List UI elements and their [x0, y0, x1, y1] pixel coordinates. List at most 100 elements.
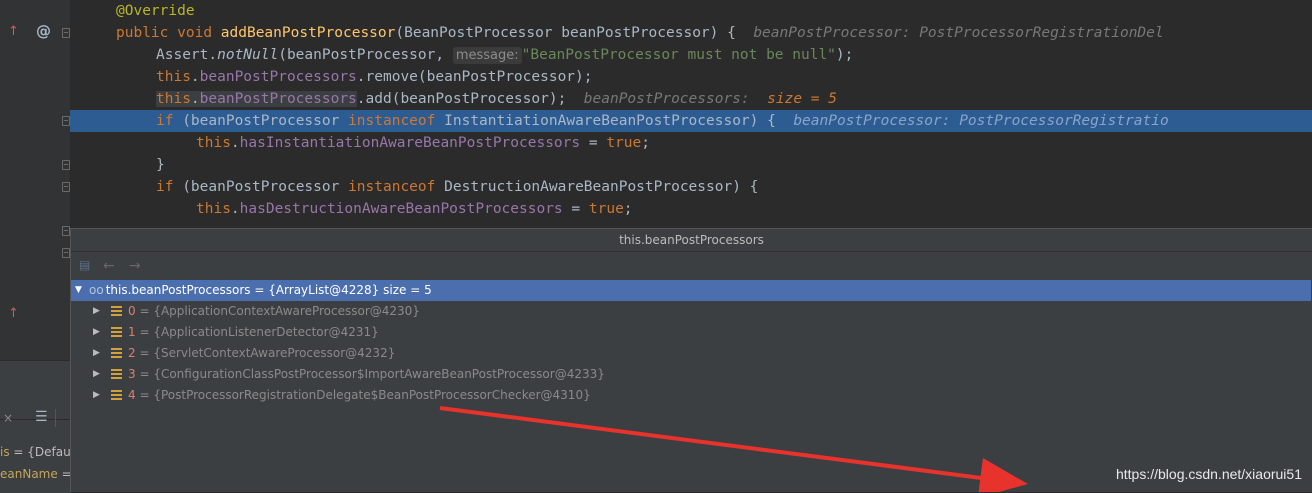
code-line[interactable]: this.hasDestructionAwareBeanPostProcesso…	[70, 198, 1312, 220]
method-signature: (BeanPostProcessor beanPostProcessor) {	[395, 25, 736, 41]
tree-row[interactable]: ▶ 2 = {ServletContextAwareProcessor@4232…	[71, 343, 1311, 364]
field-reference: hasInstantiationAwareBeanPostProcessors	[239, 135, 581, 151]
parameter-hint: message:	[452, 47, 522, 64]
root-value: = {ArrayList@4228} size = 5	[250, 283, 432, 297]
code-line[interactable]: this.beanPostProcessors.remove(beanPostP…	[70, 66, 1312, 88]
fold-icon[interactable]	[62, 160, 70, 170]
item-index: 2	[128, 346, 136, 360]
override-arrow-icon[interactable]: ↑	[8, 24, 19, 39]
list-field-icon	[111, 369, 122, 380]
inline-value-hint: beanPostProcessor: PostProcessorRegistra…	[753, 25, 1164, 41]
evaluate-popup[interactable]: this.beanPostProcessors ▤ ← → ▼ oo this.b…	[70, 228, 1312, 492]
variables-toolbar: × ☰	[0, 381, 70, 427]
item-value: = {ApplicationListenerDetector@4231}	[135, 325, 379, 339]
method-name: addBeanPostProcessor	[220, 25, 396, 41]
code-text: }	[156, 157, 165, 173]
expand-icon[interactable]: ▶	[93, 343, 100, 364]
fold-icon[interactable]	[62, 182, 70, 192]
override-annotation: @Override	[116, 3, 195, 19]
expand-icon[interactable]: ▶	[93, 364, 100, 385]
code-text: (beanPostProcessor,	[278, 47, 445, 63]
override-marker-icon[interactable]: @	[36, 22, 51, 40]
list-field-icon	[111, 306, 122, 317]
keyword: this	[196, 201, 231, 217]
item-index: 0	[128, 304, 136, 318]
item-index: 3	[128, 367, 136, 381]
keyword: if	[156, 113, 174, 129]
debugger-variables-panel: × ☰ is = {Defau eanName =	[0, 360, 72, 493]
string-literal: "BeanPostProcessor must not be null"	[521, 47, 836, 63]
tree-root-row[interactable]: ▼ oo this.beanPostProcessors = {ArrayList…	[71, 280, 1311, 301]
method-call: notNull	[217, 47, 279, 63]
keyword: public	[116, 25, 169, 41]
variables-tree[interactable]: ▼ oo this.beanPostProcessors = {ArrayList…	[71, 280, 1311, 406]
inline-value-hint: beanPostProcessors: size = 5	[584, 91, 837, 107]
code-text: (beanPostProcessor	[182, 113, 340, 129]
code-line[interactable]: if (beanPostProcessor instanceof Destruc…	[70, 176, 1312, 198]
close-icon[interactable]: ×	[3, 411, 13, 425]
code-text: .	[190, 69, 200, 85]
hint-name: beanPostProcessors:	[583, 91, 750, 107]
expand-icon[interactable]: ▶	[93, 301, 100, 322]
override-arrow-icon-2[interactable]: ↑	[8, 306, 19, 321]
variable-row[interactable]: is = {Defau	[0, 445, 71, 459]
field-reference: beanPostProcessors	[199, 69, 357, 85]
code-text: ;	[623, 201, 633, 217]
item-value: = {ConfigurationClassPostProcessor$Impor…	[135, 367, 605, 381]
code-text: );	[835, 47, 854, 63]
inline-value-hint: beanPostProcessor: PostProcessorRegistra…	[793, 113, 1169, 129]
variable-name: is	[0, 445, 10, 459]
item-index: 1	[128, 325, 136, 339]
keyword: instanceof	[348, 113, 436, 129]
list-field-icon	[111, 390, 122, 401]
code-text: (beanPostProcessor	[182, 179, 340, 195]
popup-toolbar: ▤ ← →	[71, 252, 1312, 280]
watch-icon[interactable]: ▤	[79, 258, 90, 272]
code-text: ;	[641, 135, 650, 151]
code-text: .	[190, 91, 200, 107]
watermark: https://blog.csdn.net/xiaorui51	[1115, 466, 1302, 482]
code-line[interactable]: this.beanPostProcessors.add(beanPostProc…	[70, 88, 1312, 110]
code-line[interactable]: }	[70, 154, 1312, 176]
tree-row[interactable]: ▶ 3 = {ConfigurationClassPostProcessor$I…	[71, 364, 1311, 385]
code-line[interactable]: Assert.notNull(beanPostProcessor, messag…	[70, 44, 1312, 66]
tree-row[interactable]: ▶ 1 = {ApplicationListenerDetector@4231}	[71, 322, 1311, 343]
code-text: DestructionAwareBeanPostProcessor) {	[444, 179, 759, 195]
variable-row[interactable]: eanName =	[0, 467, 72, 481]
back-icon[interactable]: ←	[103, 258, 115, 274]
root-name: this.beanPostProcessors	[105, 283, 251, 297]
code-line[interactable]: public void addBeanPostProcessor(BeanPos…	[70, 22, 1312, 44]
code-editor[interactable]: @Override public void addBeanPostProcess…	[70, 0, 1312, 228]
keyword: instanceof	[348, 179, 436, 195]
expand-icon[interactable]: ▶	[93, 322, 100, 343]
code-text: .	[230, 201, 240, 217]
list-field-icon	[111, 327, 122, 338]
forward-icon[interactable]: →	[129, 258, 141, 274]
toolbar-divider	[55, 409, 56, 427]
list-field-icon	[111, 348, 122, 359]
current-execution-line[interactable]: if (beanPostProcessor instanceof Instant…	[70, 110, 1312, 132]
list-view-icon[interactable]: ☰	[35, 409, 51, 425]
keyword: true	[606, 135, 642, 151]
code-line[interactable]: @Override	[70, 0, 1312, 22]
variable-name: eanName	[0, 467, 58, 481]
item-index: 4	[128, 388, 136, 402]
fold-icon[interactable]	[62, 116, 70, 126]
code-text: .	[230, 135, 240, 151]
code-text: .remove(beanPostProcessor);	[356, 69, 593, 85]
collapse-icon[interactable]: ▼	[75, 280, 82, 301]
field-reference[interactable]: beanPostProcessors	[200, 91, 357, 107]
tree-row[interactable]: ▶ 4 = {PostProcessorRegistrationDelegate…	[71, 385, 1311, 406]
fold-icon[interactable]	[62, 226, 70, 236]
keyword: this	[196, 135, 231, 151]
field-reference: hasDestructionAwareBeanPostProcessors	[239, 201, 563, 217]
code-line[interactable]: this.hasInstantiationAwareBeanPostProces…	[70, 132, 1312, 154]
expand-icon[interactable]: ▶	[93, 385, 100, 406]
item-value: = {ServletContextAwareProcessor@4232}	[135, 346, 396, 360]
fold-icon[interactable]	[62, 248, 70, 258]
keyword: void	[177, 25, 213, 41]
fold-icon[interactable]	[62, 28, 70, 38]
tree-row[interactable]: ▶ 0 = {ApplicationContextAwareProcessor@…	[71, 301, 1311, 322]
code-text: .add(beanPostProcessor);	[356, 91, 567, 107]
keyword: true	[588, 201, 624, 217]
